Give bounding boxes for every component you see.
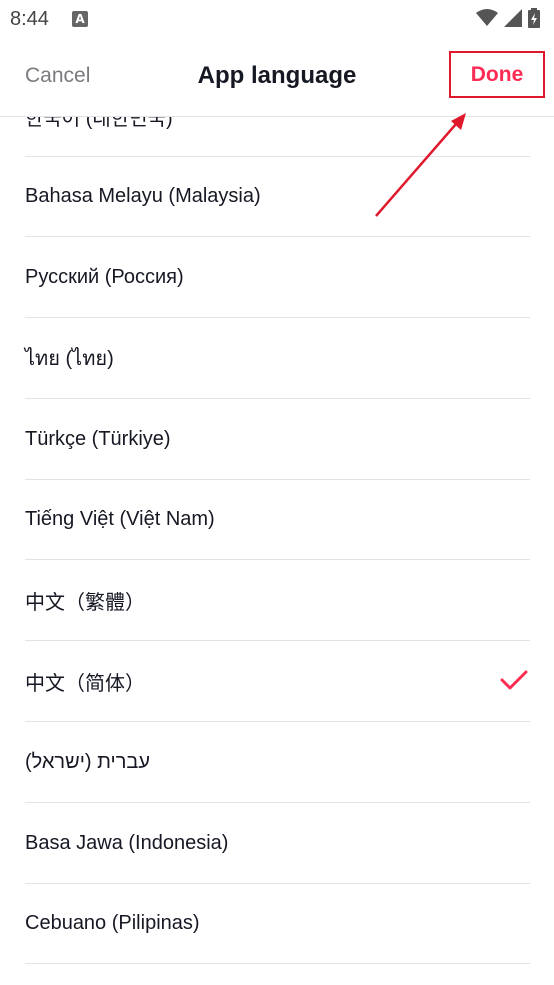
language-item-chinese-simplified[interactable]: 中文（简体） [25, 641, 530, 722]
battery-icon [528, 8, 540, 28]
app-language-header: Cancel App language Done [0, 40, 554, 117]
language-item-cebuano[interactable]: Cebuano (Pilipinas) [25, 883, 530, 964]
language-label: Русский (Россия) [25, 265, 184, 288]
status-icons [476, 8, 540, 28]
wifi-icon [476, 9, 498, 26]
done-button[interactable]: Done [449, 51, 545, 98]
language-label: Tiếng Việt (Việt Nam) [25, 507, 215, 530]
language-list[interactable]: 한국어 (대한민국) Bahasa Melayu (Malaysia) Русс… [0, 117, 554, 985]
language-label: ไทย (ไทย) [25, 348, 114, 370]
status-time: 8:44 [10, 8, 49, 30]
signal-icon [504, 9, 522, 27]
language-label: Bahasa Melayu (Malaysia) [25, 184, 261, 207]
language-label: עברית (ישראל) [25, 750, 151, 773]
language-item-russian[interactable]: Русский (Россия) [25, 237, 530, 318]
language-item-korean[interactable]: 한국어 (대한민국) [25, 117, 530, 157]
language-item-hebrew[interactable]: עברית (ישראל) [25, 722, 530, 803]
a-letter-icon: A [72, 11, 88, 27]
language-item-chinese-traditional[interactable]: 中文（繁體） [25, 560, 530, 641]
language-label: Türkçe (Türkiye) [25, 427, 171, 450]
language-label: 中文（繁體） [25, 591, 145, 614]
status-bar: 8:44 A [0, 0, 554, 40]
language-item-thai[interactable]: ไทย (ไทย) [25, 318, 530, 399]
language-label: Basa Jawa (Indonesia) [25, 831, 229, 854]
language-item-javanese[interactable]: Basa Jawa (Indonesia) [25, 803, 530, 884]
language-label: Cebuano (Pilipinas) [25, 911, 200, 934]
language-item-malay[interactable]: Bahasa Melayu (Malaysia) [25, 156, 530, 237]
checkmark-icon [500, 670, 528, 690]
language-label: 中文（简体） [25, 672, 145, 695]
language-label: 한국어 (대한민국) [25, 117, 173, 130]
language-item-turkish[interactable]: Türkçe (Türkiye) [25, 399, 530, 480]
language-item-vietnamese[interactable]: Tiếng Việt (Việt Nam) [25, 479, 530, 560]
